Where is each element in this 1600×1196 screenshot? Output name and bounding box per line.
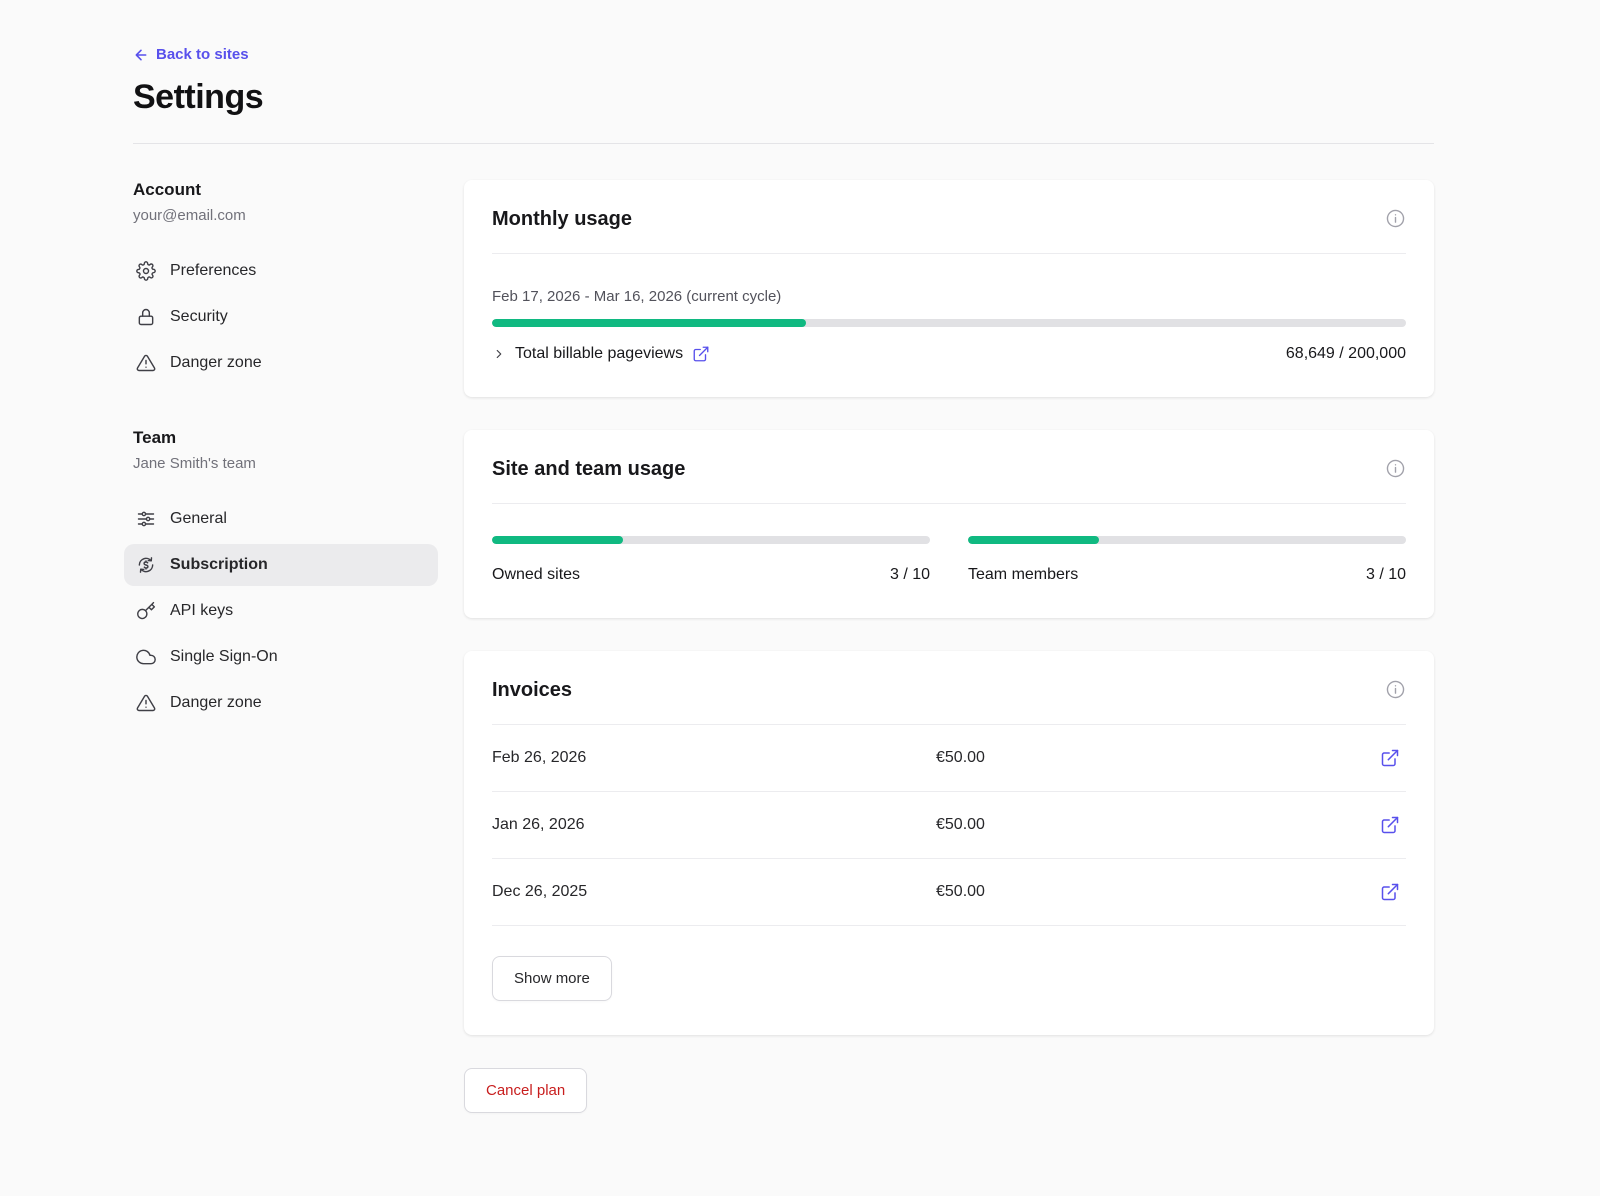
card-divider <box>492 253 1406 254</box>
pageviews-progress-track <box>492 319 1406 327</box>
sliders-icon <box>136 509 156 529</box>
sidebar-item-label: Subscription <box>170 556 268 574</box>
account-section: Account your@email.com Preferences Secur… <box>133 180 438 384</box>
page-title: Settings <box>133 78 1434 117</box>
account-heading: Account <box>133 180 438 200</box>
invoice-amount: €50.00 <box>936 883 985 901</box>
owned-sites-progress-track <box>492 536 930 544</box>
invoice-row: Jan 26, 2026 €50.00 <box>492 792 1406 859</box>
lock-icon <box>136 307 156 327</box>
owned-sites-meter: Owned sites 3 / 10 <box>492 536 930 584</box>
billing-cycle-label: Feb 17, 2026 - Mar 16, 2026 (current cyc… <box>492 288 1406 305</box>
warning-triangle-icon <box>136 693 156 713</box>
sidebar-item-label: API keys <box>170 602 233 620</box>
info-circle-icon[interactable] <box>1385 458 1406 479</box>
invoice-date: Jan 26, 2026 <box>492 816 936 834</box>
team-section: Team Jane Smith's team General Subscript… <box>133 428 438 724</box>
invoice-amount: €50.00 <box>936 816 985 834</box>
team-members-progress-fill <box>968 536 1099 544</box>
team-heading: Team <box>133 428 438 448</box>
invoice-date: Dec 26, 2025 <box>492 883 936 901</box>
sidebar-item-api-keys[interactable]: API keys <box>124 590 438 632</box>
external-link-icon[interactable] <box>1380 748 1406 768</box>
sidebar-item-account-danger-zone[interactable]: Danger zone <box>124 342 438 384</box>
sidebar-item-label: Security <box>170 308 228 326</box>
sidebar-item-label: Single Sign-On <box>170 648 278 666</box>
pageviews-usage-row: Total billable pageviews 68,649 / 200,00… <box>492 345 1406 363</box>
cancel-plan-button[interactable]: Cancel plan <box>464 1068 587 1113</box>
gear-icon <box>136 261 156 281</box>
pageviews-expander[interactable]: Total billable pageviews <box>492 345 710 363</box>
sidebar-item-single-sign-on[interactable]: Single Sign-On <box>124 636 438 678</box>
sidebar-item-subscription[interactable]: Subscription <box>124 544 438 586</box>
external-link-icon[interactable] <box>1380 882 1406 902</box>
invoice-date: Feb 26, 2026 <box>492 749 936 767</box>
warning-triangle-icon <box>136 353 156 373</box>
team-members-label: Team members <box>968 566 1078 584</box>
info-circle-icon[interactable] <box>1385 679 1406 700</box>
invoice-row: Dec 26, 2025 €50.00 <box>492 859 1406 926</box>
back-link-label: Back to sites <box>156 46 249 63</box>
chevron-right-icon <box>492 347 506 361</box>
sidebar-item-general[interactable]: General <box>124 498 438 540</box>
card-divider <box>492 503 1406 504</box>
site-team-usage-title: Site and team usage <box>492 458 685 481</box>
site-team-usage-card: Site and team usage Owned sites 3 / 10 <box>464 430 1434 618</box>
dollar-refresh-icon <box>136 555 156 575</box>
back-to-sites-link[interactable]: Back to sites <box>133 46 249 63</box>
monthly-usage-card: Monthly usage Feb 17, 2026 - Mar 16, 202… <box>464 180 1434 397</box>
team-nav: General Subscription API keys Single Sig… <box>133 498 438 724</box>
invoice-row: Feb 26, 2026 €50.00 <box>492 725 1406 792</box>
settings-page: Back to sites Settings Account your@emai… <box>0 0 1600 1196</box>
pageviews-label: Total billable pageviews <box>515 345 683 363</box>
show-more-button[interactable]: Show more <box>492 956 612 1001</box>
sidebar-item-preferences[interactable]: Preferences <box>124 250 438 292</box>
pageviews-value: 68,649 / 200,000 <box>1286 345 1406 363</box>
account-nav: Preferences Security Danger zone <box>133 250 438 384</box>
sidebar-item-label: Danger zone <box>170 694 262 712</box>
pageviews-progress-fill <box>492 319 806 327</box>
sidebar-item-team-danger-zone[interactable]: Danger zone <box>124 682 438 724</box>
owned-sites-label: Owned sites <box>492 566 580 584</box>
info-circle-icon[interactable] <box>1385 208 1406 229</box>
subscription-panel: Monthly usage Feb 17, 2026 - Mar 16, 202… <box>464 180 1434 1113</box>
team-members-progress-track <box>968 536 1406 544</box>
external-link-icon[interactable] <box>1380 815 1406 835</box>
header-divider <box>133 143 1434 144</box>
arrow-left-icon <box>133 47 149 63</box>
invoice-amount: €50.00 <box>936 749 985 767</box>
owned-sites-progress-fill <box>492 536 623 544</box>
sidebar-item-label: Danger zone <box>170 354 262 372</box>
cloud-icon <box>136 647 156 667</box>
account-email: your@email.com <box>133 207 438 224</box>
invoices-card: Invoices Feb 26, 2026 €50.00 Jan 26, 202… <box>464 651 1434 1035</box>
owned-sites-value: 3 / 10 <box>890 566 930 584</box>
invoices-title: Invoices <box>492 679 572 702</box>
key-icon <box>136 601 156 621</box>
team-members-meter: Team members 3 / 10 <box>968 536 1406 584</box>
settings-sidebar: Account your@email.com Preferences Secur… <box>133 180 464 1113</box>
sidebar-item-label: Preferences <box>170 262 256 280</box>
external-link-icon[interactable] <box>692 345 710 363</box>
monthly-usage-title: Monthly usage <box>492 208 632 231</box>
sidebar-item-security[interactable]: Security <box>124 296 438 338</box>
sidebar-item-label: General <box>170 510 227 528</box>
team-name: Jane Smith's team <box>133 455 438 472</box>
team-members-value: 3 / 10 <box>1366 566 1406 584</box>
